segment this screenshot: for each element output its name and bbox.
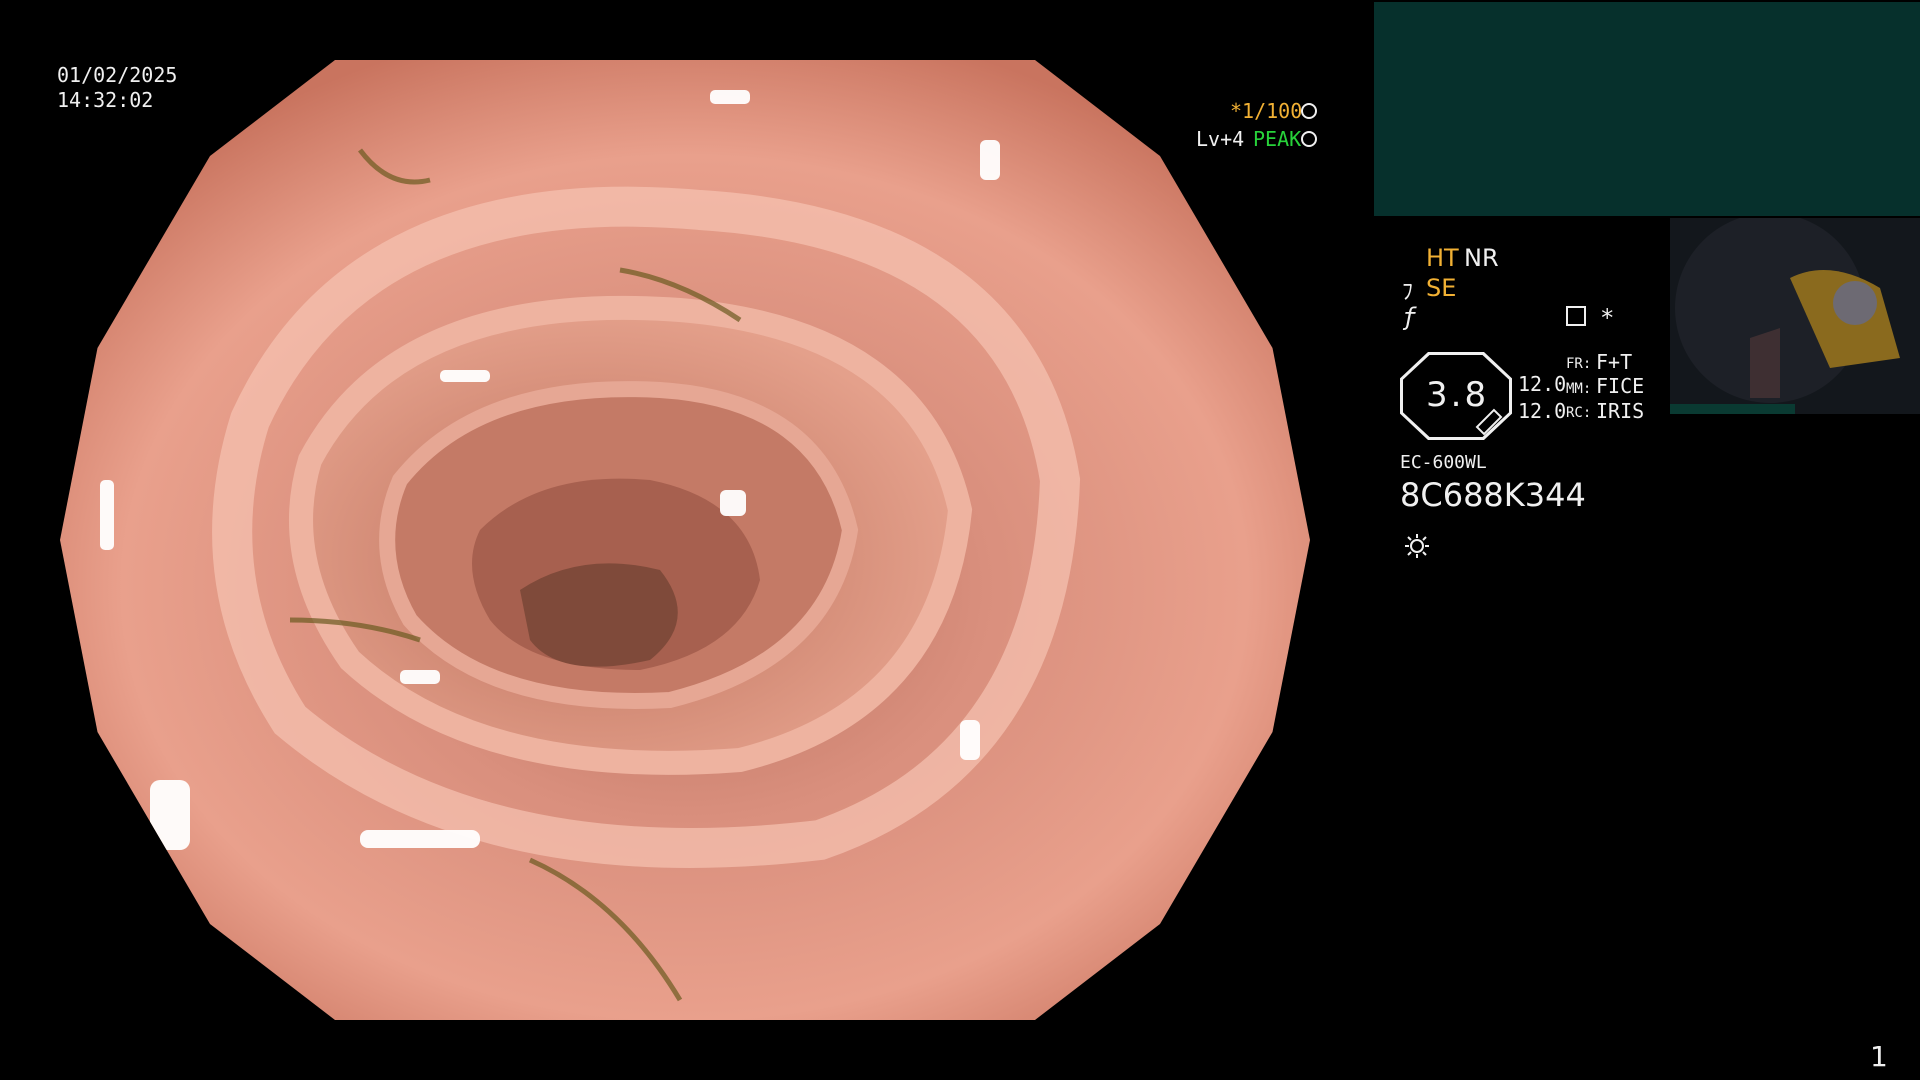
page-number: 1 (1870, 1040, 1888, 1073)
setting-value-2: 12.0 (1518, 399, 1567, 423)
setting-value-1: 12.0 (1518, 372, 1567, 396)
fr-value: F+T (1596, 350, 1633, 374)
rc-value: IRIS (1596, 399, 1645, 423)
time-text: 14:32:02 (57, 88, 154, 112)
rc-label: RC: (1566, 405, 1592, 421)
star-indicator: * (1600, 304, 1615, 332)
shutter-speed: *1/100 (1230, 99, 1303, 123)
info-panel-top (1374, 2, 1920, 216)
se-indicator: SE (1426, 274, 1457, 302)
fr-label: FR: (1566, 356, 1592, 372)
peak-indicator: PEAK (1253, 127, 1302, 151)
mm-value: FICE (1596, 374, 1645, 398)
aperture-icon (1301, 103, 1317, 119)
endoscopy-screen: 01/02/2025 14:32:02 *1/100 Lv+4 PEAK HT … (0, 0, 1920, 1080)
function-symbol-icon: ƒ (1402, 303, 1417, 331)
datetime-display: 01/02/2025 14:32:02 (57, 63, 177, 113)
endoscope-image (60, 60, 1310, 1020)
scope-serial: 8C688K344 (1400, 476, 1586, 514)
list-icon (1566, 306, 1586, 326)
mm-label: MM: (1566, 381, 1592, 397)
scope-model: EC-600WL (1400, 452, 1487, 473)
sun-icon (1405, 534, 1429, 558)
picture-in-picture-view (1670, 218, 1920, 414)
se-symbol-icon: ﾌ (1402, 280, 1414, 305)
ht-indicator: HT (1426, 244, 1459, 272)
level-indicator: Lv+4 (1196, 127, 1245, 151)
pip-status-bar (1670, 404, 1795, 414)
target-icon (1301, 131, 1317, 147)
date-text: 01/02/2025 (57, 63, 178, 87)
zoom-value: 3.8 (1426, 375, 1490, 415)
nr-indicator: NR (1464, 244, 1499, 272)
